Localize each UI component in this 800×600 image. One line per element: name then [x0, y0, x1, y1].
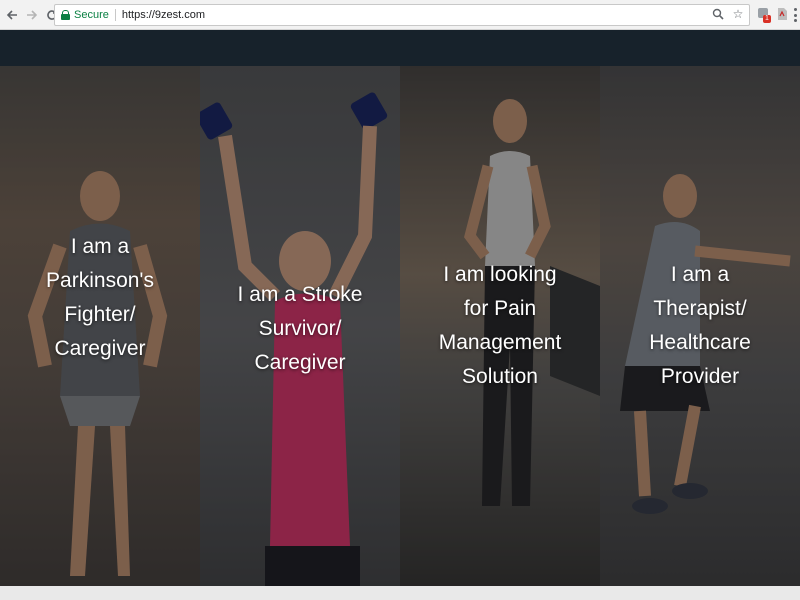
panel-label-line: I am looking [443, 263, 557, 286]
panel-label-line: Management [438, 331, 562, 354]
panel-label-line: Fighter/ [64, 303, 136, 326]
bottom-strip [0, 586, 800, 600]
panel-label-line: Caregiver [254, 351, 346, 374]
browser-menu-icon[interactable] [792, 8, 798, 22]
panel-label-line: for Pain [463, 297, 537, 320]
forward-arrow-icon[interactable] [24, 7, 40, 23]
panel-label-line: Healthcare [649, 331, 751, 354]
site-header [0, 30, 800, 66]
panel-stroke[interactable]: I am a Stroke Survivor/ Caregiver [200, 66, 400, 586]
lock-icon [61, 10, 70, 20]
pdf-extension-icon[interactable] [774, 6, 790, 22]
secure-label: Secure [74, 9, 109, 21]
panel-label-line: Caregiver [54, 337, 146, 360]
panel-label-line: Provider [660, 365, 740, 388]
panel-parkinsons[interactable]: I am a Parkinson's Fighter/ Caregiver [0, 66, 200, 586]
panel-label: I am a Therapist/ Healthcare Provider [600, 258, 800, 394]
divider [114, 9, 116, 21]
panel-label-line: I am a [70, 235, 130, 258]
panel-label-line: Solution [462, 365, 538, 388]
extension-badge: 1 [763, 15, 771, 23]
panel-label-line: I am a Stroke [237, 283, 363, 306]
browser-toolbar: Secure https://9zest.com ☆ 1 [0, 0, 800, 30]
panel-label-line: I am a [670, 263, 730, 286]
panel-label-line: Parkinson's [46, 269, 154, 292]
panel-pain-management[interactable]: I am looking for Pain Management Solutio… [400, 66, 600, 586]
panel-label: I am a Stroke Survivor/ Caregiver [200, 278, 400, 380]
panel-label-line: Therapist/ [653, 297, 747, 320]
panel-label: I am a Parkinson's Fighter/ Caregiver [0, 230, 200, 366]
back-arrow-icon[interactable] [4, 7, 20, 23]
extension-icon[interactable]: 1 [756, 6, 772, 23]
persona-panels: I am a Parkinson's Fighter/ Caregiver I … [0, 66, 800, 586]
panel-label-line: Survivor/ [258, 317, 342, 340]
panel-label: I am looking for Pain Management Solutio… [400, 258, 600, 394]
url-text[interactable]: https://9zest.com [122, 9, 205, 21]
panel-therapist[interactable]: I am a Therapist/ Healthcare Provider [600, 66, 800, 586]
address-bar[interactable]: Secure https://9zest.com ☆ [54, 4, 750, 26]
bookmark-star-icon[interactable]: ☆ [731, 7, 745, 21]
zoom-icon[interactable] [711, 7, 725, 21]
